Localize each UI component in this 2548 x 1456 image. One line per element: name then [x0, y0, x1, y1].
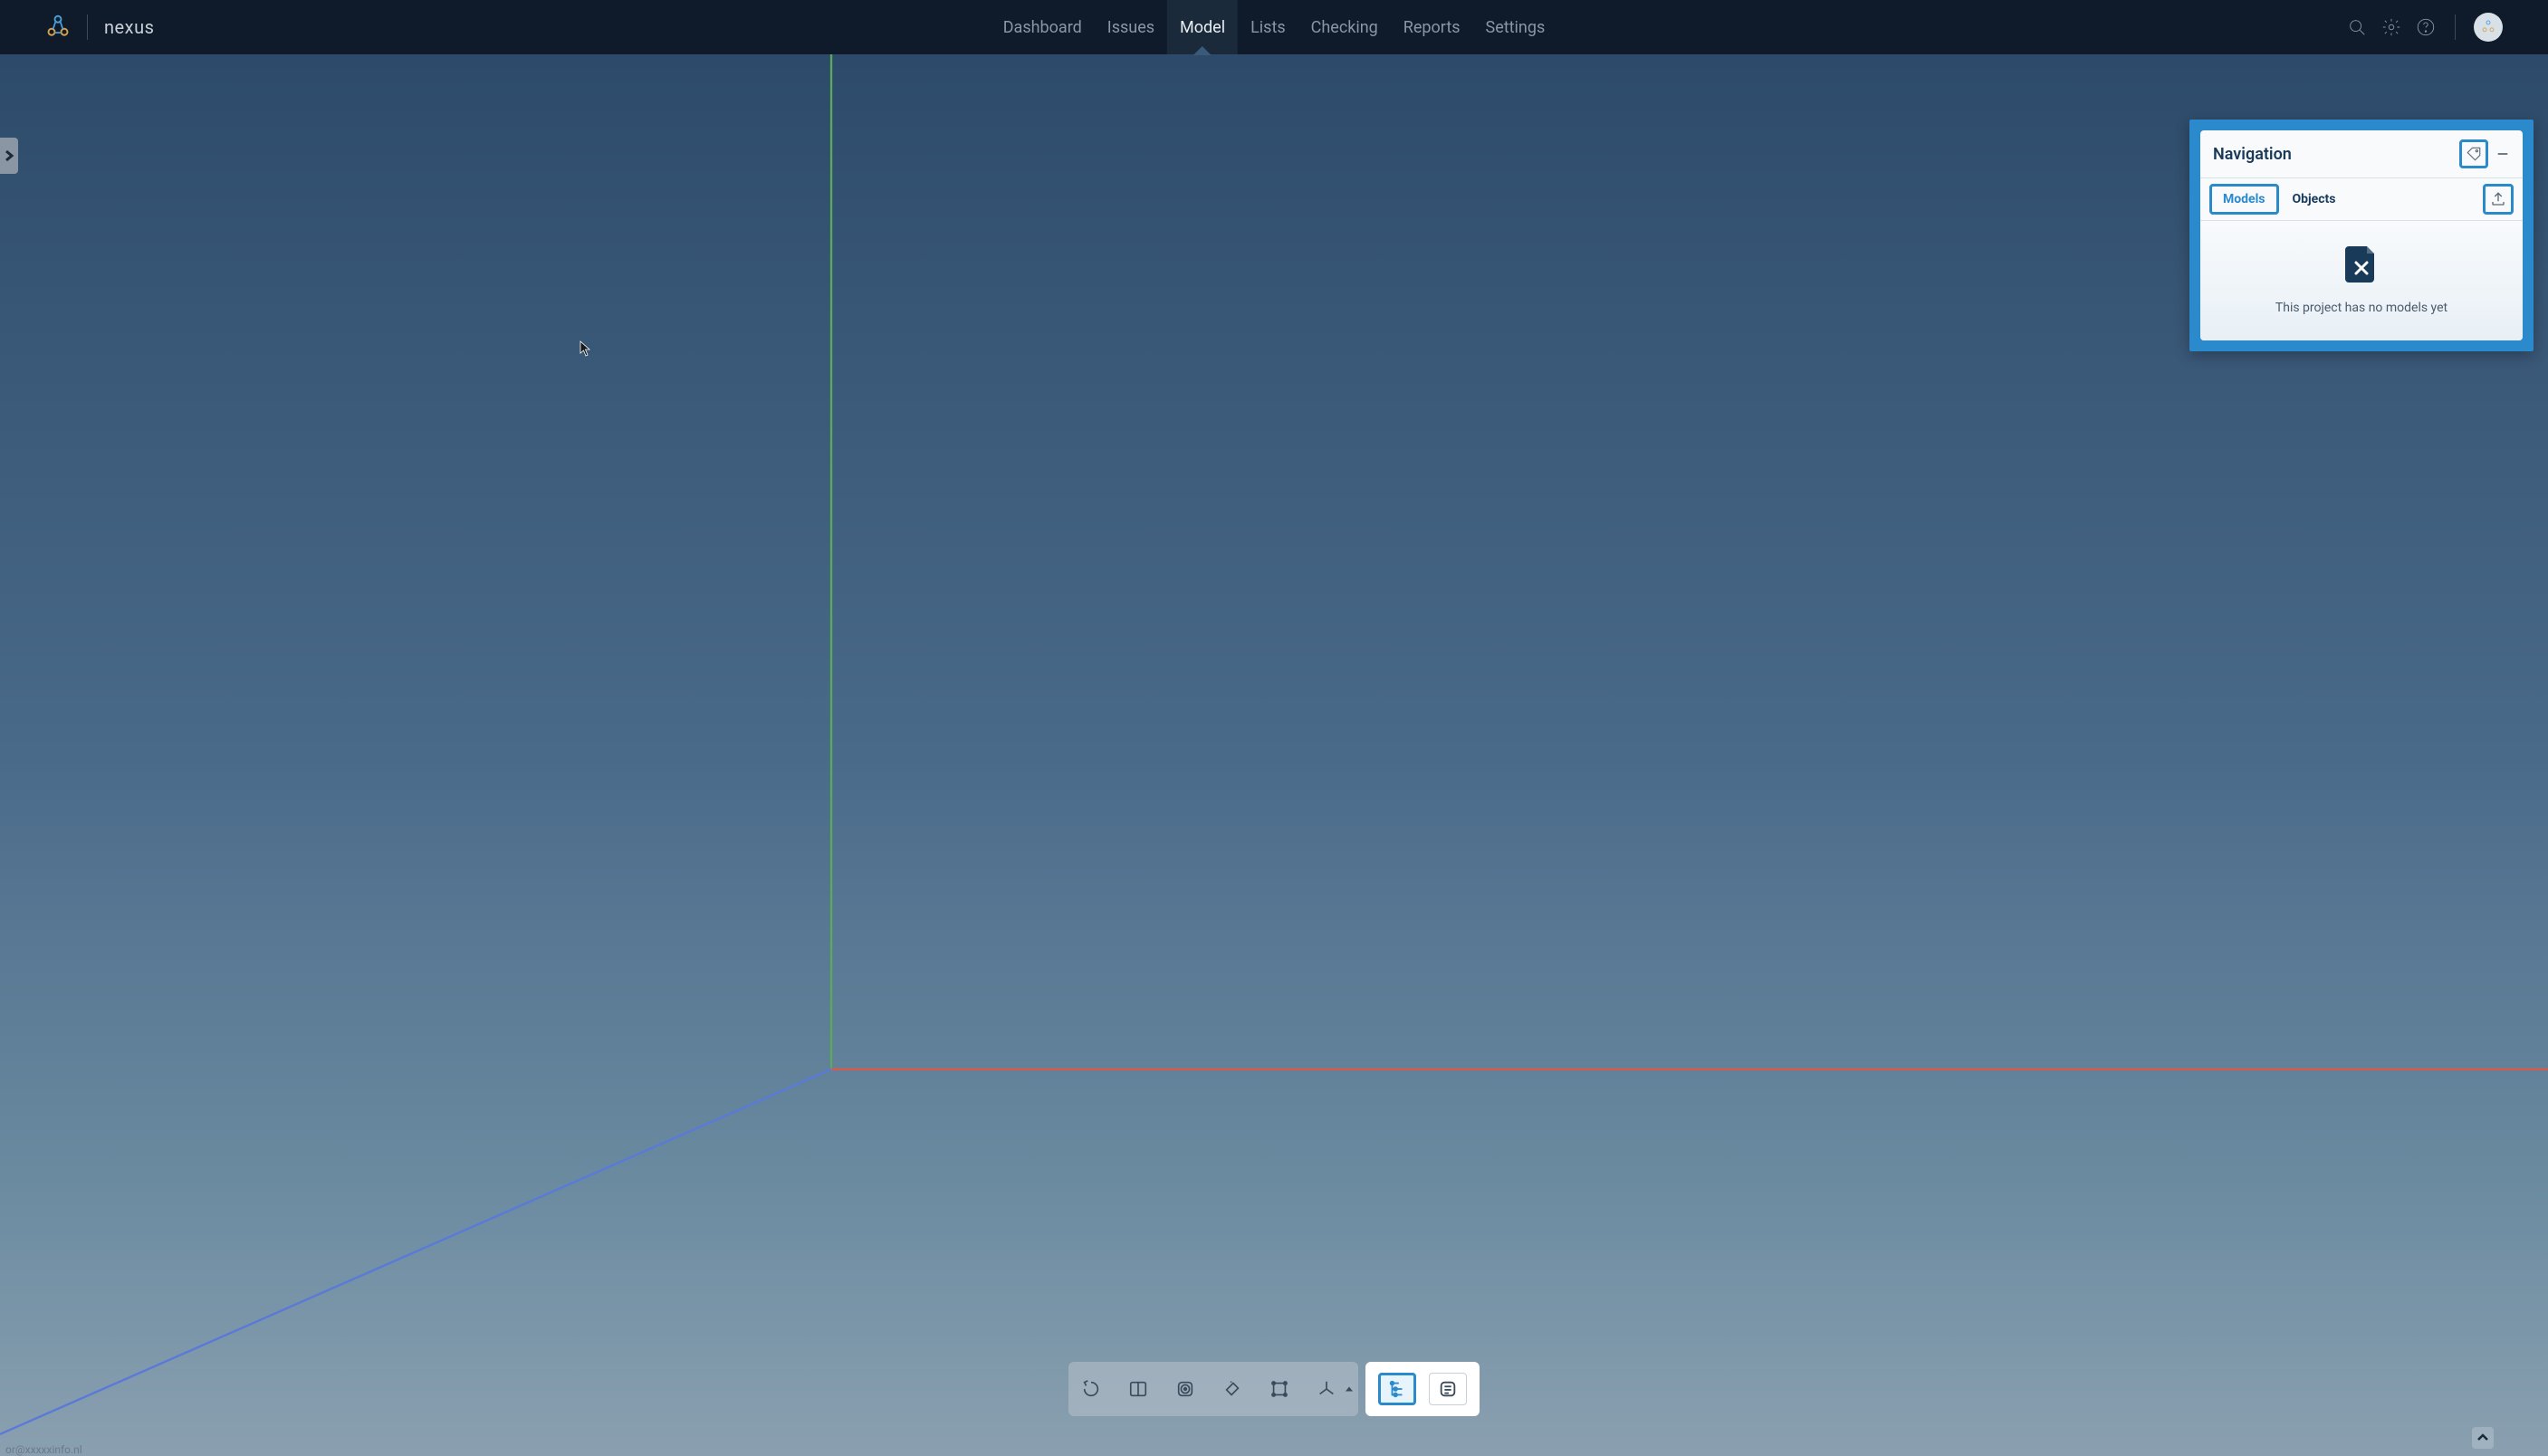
- logo-divider: [87, 14, 88, 40]
- tab-objects[interactable]: Objects: [2279, 184, 2350, 215]
- navigation-panel-header: Navigation: [2200, 130, 2523, 178]
- nav-settings-tab[interactable]: Settings: [1473, 0, 1558, 54]
- split-view-icon[interactable]: [1123, 1374, 1154, 1404]
- navigation-panel: Navigation Models Objects: [2200, 130, 2523, 340]
- nav-issues[interactable]: Issues: [1095, 0, 1167, 54]
- tab-models[interactable]: Models: [2209, 184, 2279, 215]
- empty-file-icon: [2340, 243, 2383, 290]
- gear-icon[interactable]: [2380, 16, 2402, 38]
- axes-icon[interactable]: [1311, 1374, 1351, 1404]
- empty-state-text: This project has no models yet: [2215, 301, 2508, 315]
- toolbar-panel-tools: [1365, 1362, 1480, 1416]
- header-divider: [2455, 14, 2456, 40]
- nav-reports[interactable]: Reports: [1391, 0, 1473, 54]
- nav-dashboard[interactable]: Dashboard: [991, 0, 1095, 54]
- nav-model[interactable]: Model: [1167, 0, 1238, 54]
- cursor-icon: [580, 340, 592, 357]
- properties-panel-icon[interactable]: [1429, 1373, 1467, 1405]
- upload-icon[interactable]: [2483, 184, 2514, 215]
- navigation-panel-title: Navigation: [2213, 145, 2459, 164]
- tree-panel-icon[interactable]: [1378, 1373, 1416, 1405]
- avatar[interactable]: [2474, 13, 2503, 42]
- left-panel-toggle[interactable]: [0, 138, 18, 174]
- minimize-icon[interactable]: [2495, 147, 2510, 161]
- main-nav: Dashboard Issues Model Lists Checking Re…: [991, 0, 1558, 54]
- navigation-panel-tabs: Models Objects: [2200, 178, 2523, 221]
- viewport-3d[interactable]: Navigation Models Objects: [0, 54, 2548, 1456]
- view-cube-icon[interactable]: [1170, 1374, 1201, 1404]
- navigation-panel-body: This project has no models yet: [2200, 221, 2523, 340]
- nav-checking[interactable]: Checking: [1298, 0, 1391, 54]
- axes-gizmo: [0, 54, 2548, 1456]
- viewport-toolbar: [1068, 1362, 1480, 1416]
- reset-view-icon[interactable]: [1076, 1374, 1106, 1404]
- section-box-icon[interactable]: [1264, 1374, 1295, 1404]
- app-name: nexus: [104, 16, 154, 38]
- logo-icon: [45, 14, 71, 40]
- help-icon[interactable]: [2415, 16, 2437, 38]
- header-right: [2346, 13, 2503, 42]
- nav-lists[interactable]: Lists: [1238, 0, 1298, 54]
- expand-footer-icon[interactable]: [2472, 1427, 2494, 1449]
- logo[interactable]: [45, 14, 71, 40]
- search-icon[interactable]: [2346, 16, 2368, 38]
- footer-text: or@xxxxxinfo.nl: [5, 1443, 82, 1456]
- tag-icon[interactable]: [2459, 139, 2488, 168]
- header: nexus Dashboard Issues Model Lists Check…: [0, 0, 2548, 54]
- navigation-panel-highlight: Navigation Models Objects: [2189, 120, 2534, 351]
- toolbar-view-tools: [1068, 1362, 1358, 1416]
- measure-icon[interactable]: [1217, 1374, 1248, 1404]
